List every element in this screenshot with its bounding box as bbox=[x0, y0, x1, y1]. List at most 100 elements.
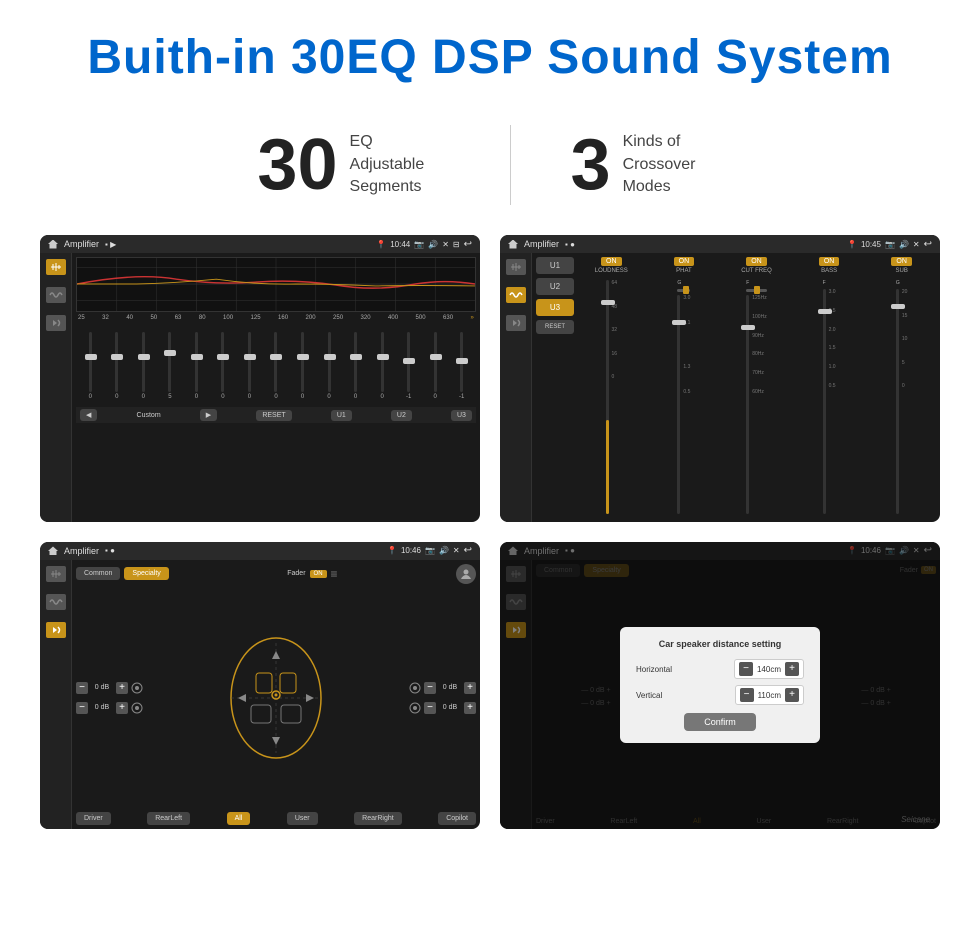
spk-vol-icon[interactable] bbox=[46, 622, 66, 638]
slider-thumb-8[interactable] bbox=[270, 354, 282, 360]
slider-thumb-5[interactable] bbox=[191, 354, 203, 360]
slider-thumb-13[interactable] bbox=[403, 358, 415, 364]
slider-track-14[interactable] bbox=[434, 332, 437, 392]
crossover-vol-icon[interactable] bbox=[506, 315, 526, 331]
slider-track-10[interactable] bbox=[328, 332, 331, 392]
distance-dialog-overlay: Car speaker distance setting Horizontal … bbox=[500, 542, 940, 829]
slider-track-12[interactable] bbox=[381, 332, 384, 392]
u2-btn-eq[interactable]: U2 bbox=[391, 410, 412, 421]
phat-v-slider[interactable] bbox=[677, 295, 680, 514]
bass-v-slider[interactable] bbox=[823, 289, 826, 514]
right-top-db: − 0 dB + bbox=[409, 682, 476, 694]
loudness-slider[interactable] bbox=[606, 280, 609, 514]
slider-track-5[interactable] bbox=[195, 332, 198, 392]
horizontal-plus[interactable]: + bbox=[785, 662, 799, 676]
vertical-plus[interactable]: + bbox=[785, 688, 799, 702]
user-icon[interactable] bbox=[456, 564, 476, 584]
sub-on[interactable]: ON bbox=[891, 257, 912, 266]
right-bottom-plus[interactable]: + bbox=[464, 702, 476, 714]
slider-thumb-12[interactable] bbox=[377, 354, 389, 360]
u3-btn-eq[interactable]: U3 bbox=[451, 410, 472, 421]
bass-on[interactable]: ON bbox=[819, 257, 840, 266]
phat-h-slider[interactable] bbox=[677, 289, 690, 292]
u1-btn-eq[interactable]: U1 bbox=[331, 410, 352, 421]
screen-distance: Amplifier ▪ ● 📍 10:46 📷 🔊 ✕ ↩ bbox=[500, 542, 940, 829]
slider-thumb-1[interactable] bbox=[85, 354, 97, 360]
loudness-on[interactable]: ON bbox=[601, 257, 622, 266]
slider-track-15[interactable] bbox=[460, 332, 463, 392]
cutfreq-on[interactable]: ON bbox=[746, 257, 767, 266]
rearleft-btn[interactable]: RearLeft bbox=[147, 812, 190, 825]
slider-track-1[interactable] bbox=[89, 332, 92, 392]
user-btn[interactable]: User bbox=[287, 812, 318, 825]
slider-thumb-15[interactable] bbox=[456, 358, 468, 364]
eq-slider-13: -1 bbox=[396, 332, 421, 400]
right-top-plus[interactable]: + bbox=[464, 682, 476, 694]
reset-btn-eq[interactable]: RESET bbox=[256, 410, 291, 421]
slider-thumb-7[interactable] bbox=[244, 354, 256, 360]
vertical-label: Vertical bbox=[636, 691, 662, 700]
back-icon-eq[interactable]: ↩ bbox=[464, 239, 472, 250]
spk-eq-icon[interactable] bbox=[46, 566, 66, 582]
driver-btn[interactable]: Driver bbox=[76, 812, 111, 825]
slider-thumb-14[interactable] bbox=[430, 354, 442, 360]
u1-preset[interactable]: U1 bbox=[536, 257, 574, 274]
reset-btn-cross[interactable]: RESET bbox=[536, 320, 574, 334]
eq-icon[interactable] bbox=[46, 259, 66, 275]
slider-thumb-10[interactable] bbox=[324, 354, 336, 360]
home-icon[interactable] bbox=[48, 240, 58, 249]
play-btn[interactable]: ▶ bbox=[200, 409, 217, 421]
back-icon-speaker[interactable]: ↩ bbox=[464, 545, 472, 556]
sub-v-slider[interactable] bbox=[896, 289, 899, 514]
copilot-btn[interactable]: Copilot bbox=[438, 812, 476, 825]
home-icon-crossover[interactable] bbox=[508, 240, 518, 249]
common-btn[interactable]: Common bbox=[76, 567, 120, 580]
slider-thumb-6[interactable] bbox=[217, 354, 229, 360]
vertical-minus[interactable]: − bbox=[740, 688, 754, 702]
fader-on[interactable]: ON bbox=[310, 570, 327, 578]
eq-screen-content: 253240506380100125160200250320400500630 … bbox=[40, 253, 480, 522]
specialty-btn[interactable]: Specialty bbox=[124, 567, 168, 580]
vertical-field: − 110cm + bbox=[735, 685, 804, 705]
slider-thumb-4[interactable] bbox=[164, 350, 176, 356]
right-top-minus[interactable]: − bbox=[424, 682, 436, 694]
slider-track-13[interactable] bbox=[407, 332, 410, 392]
cutfreq-h-slider[interactable] bbox=[746, 289, 766, 292]
phat-on[interactable]: ON bbox=[674, 257, 695, 266]
right-bottom-minus[interactable]: − bbox=[424, 702, 436, 714]
slider-thumb-9[interactable] bbox=[297, 354, 309, 360]
slider-thumb-11[interactable] bbox=[350, 354, 362, 360]
left-bottom-minus[interactable]: − bbox=[76, 702, 88, 714]
u3-preset[interactable]: U3 bbox=[536, 299, 574, 316]
prev-btn[interactable]: ◀ bbox=[80, 409, 97, 421]
home-icon-speaker[interactable] bbox=[48, 546, 58, 555]
eq-icon-cross[interactable] bbox=[506, 259, 526, 275]
slider-track-3[interactable] bbox=[142, 332, 145, 392]
eq-sliders-area: 0 0 0 5 0 bbox=[76, 324, 476, 404]
pin-icon: 📍 bbox=[376, 240, 386, 249]
horizontal-minus[interactable]: − bbox=[739, 662, 753, 676]
cutfreq-v-slider[interactable] bbox=[746, 295, 749, 514]
all-btn[interactable]: All bbox=[227, 812, 251, 825]
slider-track-8[interactable] bbox=[274, 332, 277, 392]
slider-track-2[interactable] bbox=[115, 332, 118, 392]
slider-thumb-3[interactable] bbox=[138, 354, 150, 360]
slider-track-6[interactable] bbox=[221, 332, 224, 392]
spk-wave-icon[interactable] bbox=[46, 594, 66, 610]
rearright-btn[interactable]: RearRight bbox=[354, 812, 402, 825]
u2-preset[interactable]: U2 bbox=[536, 278, 574, 295]
slider-thumb-2[interactable] bbox=[111, 354, 123, 360]
speaker-bottom-btns: Driver RearLeft All User RearRight Copil… bbox=[76, 812, 476, 825]
slider-track-4[interactable] bbox=[168, 332, 171, 392]
slider-track-7[interactable] bbox=[248, 332, 251, 392]
left-top-minus[interactable]: − bbox=[76, 682, 88, 694]
slider-track-9[interactable] bbox=[301, 332, 304, 392]
left-bottom-plus[interactable]: + bbox=[116, 702, 128, 714]
vol-ctrl-icon[interactable] bbox=[46, 315, 66, 331]
crossover-wave-icon[interactable] bbox=[506, 287, 526, 303]
left-top-plus[interactable]: + bbox=[116, 682, 128, 694]
slider-track-11[interactable] bbox=[354, 332, 357, 392]
back-icon-cross[interactable]: ↩ bbox=[924, 239, 932, 250]
wave-icon[interactable] bbox=[46, 287, 66, 303]
confirm-button[interactable]: Confirm bbox=[684, 713, 756, 731]
